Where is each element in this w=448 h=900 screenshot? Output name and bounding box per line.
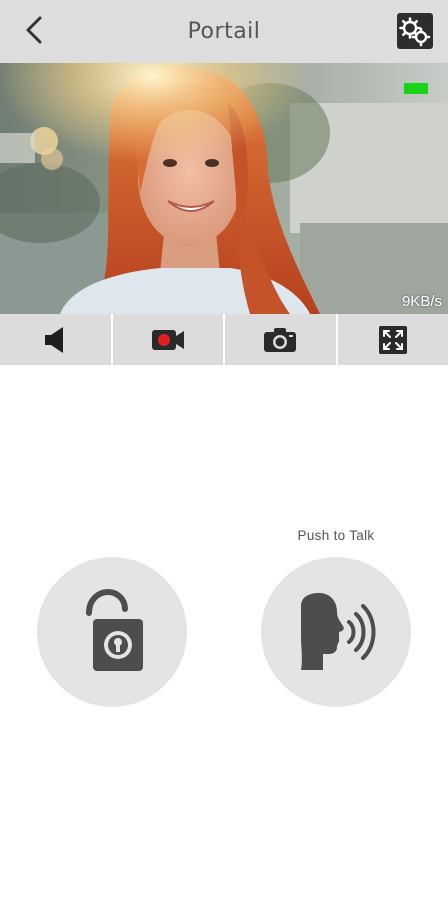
snapshot-button[interactable] — [225, 314, 338, 365]
chevron-left-icon — [26, 16, 42, 44]
settings-button[interactable] — [396, 12, 434, 50]
unlock-icon — [86, 588, 143, 671]
unlock-button[interactable] — [37, 557, 187, 707]
speaking-head-icon — [301, 593, 376, 670]
media-toolbar — [0, 314, 448, 365]
signal-indicator — [404, 83, 428, 94]
speaker-button[interactable] — [0, 314, 113, 365]
bitrate-label: 9KB/s — [401, 293, 442, 310]
push-to-talk-label: Push to Talk — [297, 528, 375, 543]
fullscreen-button[interactable] — [337, 314, 448, 365]
page-title: Portail — [187, 19, 261, 44]
gears-icon — [397, 13, 433, 49]
top-bar: Portail — [0, 0, 448, 63]
fullscreen-icon — [378, 325, 407, 354]
video-feed[interactable]: 9KB/s — [0, 63, 448, 314]
record-video-button[interactable] — [112, 314, 225, 365]
push-to-talk-button[interactable] — [261, 557, 411, 707]
camera-icon — [264, 327, 297, 352]
speaker-icon — [45, 326, 64, 353]
camera-feed-image — [0, 63, 448, 314]
back-button[interactable] — [14, 10, 54, 50]
record-video-icon — [151, 329, 184, 350]
